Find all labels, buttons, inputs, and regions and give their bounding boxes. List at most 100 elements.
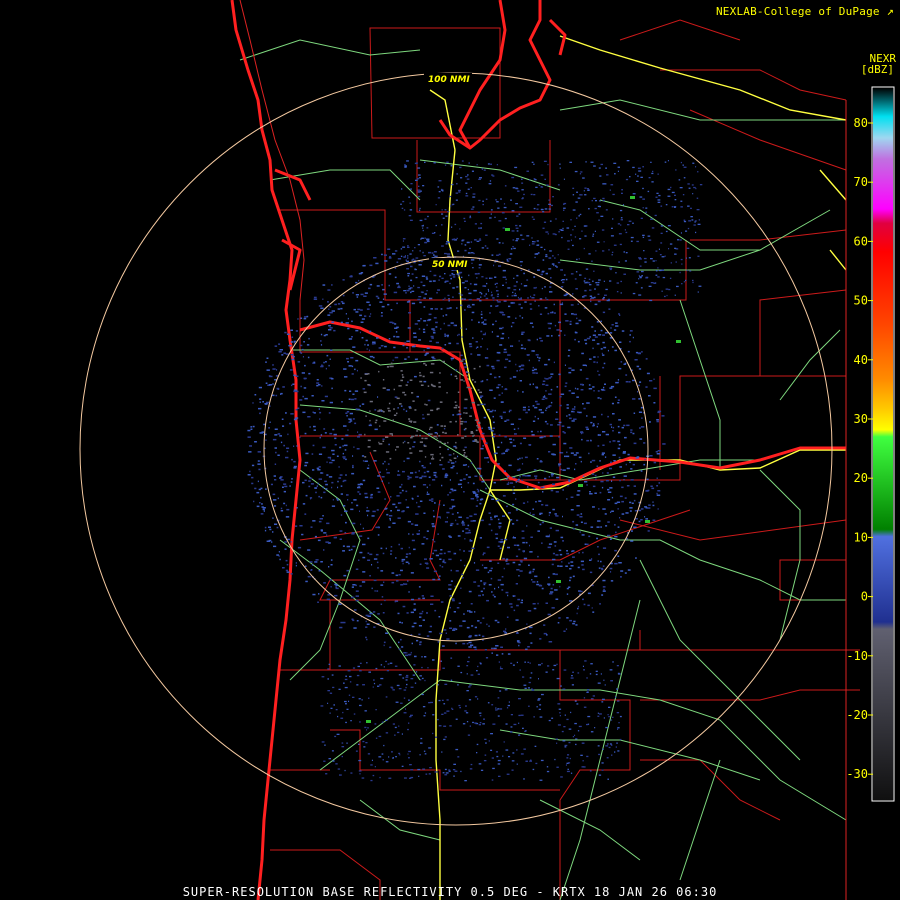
echo-pixel <box>444 281 447 283</box>
echo-pixel <box>554 545 557 547</box>
echo-pixel <box>421 237 424 239</box>
echo-pixel <box>296 445 298 447</box>
echo-pixel <box>471 303 475 306</box>
echo-pixel <box>441 751 443 753</box>
echo-pixel <box>552 233 556 235</box>
echo-pixel <box>433 317 437 319</box>
echo-pixel <box>422 185 425 187</box>
echo-pixel <box>290 413 294 415</box>
echo-pixel <box>640 426 645 428</box>
echo-pixel <box>432 358 436 360</box>
echo-pixel <box>595 282 598 284</box>
echo-pixel <box>602 748 604 750</box>
echo-pixel <box>625 512 629 514</box>
echo-pixel <box>352 393 355 395</box>
echo-pixel <box>573 411 575 413</box>
echo-pixel <box>657 490 661 492</box>
echo-pixel <box>581 742 585 744</box>
echo-pixel <box>689 270 692 272</box>
echo-pixel <box>417 298 421 301</box>
echo-pixel <box>573 313 577 316</box>
echo-pixel <box>604 294 607 296</box>
echo-pixel <box>460 420 464 423</box>
echo-pixel <box>404 164 406 166</box>
echo-pixel <box>438 725 442 727</box>
echo-pixel <box>532 768 535 771</box>
echo-pixel <box>558 373 561 376</box>
echo-pixel <box>257 460 260 462</box>
echo-pixel <box>545 409 547 412</box>
echo-pixel <box>566 415 568 417</box>
echo-pixel <box>434 476 438 478</box>
echo-pixel <box>568 349 571 351</box>
echo-pixel <box>405 553 409 555</box>
echo-pixel <box>290 341 294 343</box>
echo-pixel <box>362 388 366 390</box>
echo-pixel <box>381 476 385 478</box>
echo-pixel <box>485 297 489 300</box>
echo-pixel <box>421 666 423 669</box>
echo-pixel <box>652 501 654 503</box>
echo-pixel <box>458 271 463 274</box>
echo-pixel <box>359 585 362 587</box>
echo-pixel <box>433 162 436 164</box>
echo-pixel <box>414 409 417 411</box>
echo-pixel <box>343 425 347 427</box>
echo-pixel <box>510 726 513 728</box>
echo-pixel <box>478 199 481 202</box>
echo-pixel <box>501 653 504 655</box>
external-link-icon[interactable]: ↗ <box>887 4 894 18</box>
echo-pixel <box>510 302 514 304</box>
echo-pixel <box>423 536 426 539</box>
echo-pixel <box>286 563 289 566</box>
echo-pixel <box>428 499 432 501</box>
echo-pixel <box>650 258 653 260</box>
echo-pixel <box>529 383 531 386</box>
echo-pixel <box>612 440 616 442</box>
echo-pixel <box>468 372 470 374</box>
echo-pixel <box>574 338 576 341</box>
echo-pixel <box>293 418 297 421</box>
echo-pixel <box>510 606 513 608</box>
echo-pixel <box>632 292 636 295</box>
echo-pixel <box>505 591 509 594</box>
echo-pixel <box>456 286 459 288</box>
echo-pixel <box>439 275 442 278</box>
echo-pixel <box>369 419 371 422</box>
echo-pixel <box>378 347 381 349</box>
echo-pixel <box>533 163 535 165</box>
echo-pixel <box>513 289 517 291</box>
echo-pixel <box>467 288 469 291</box>
echo-pixel <box>408 546 410 549</box>
echo-pixel <box>472 491 476 493</box>
echo-pixel <box>536 244 539 246</box>
echo-pixel <box>494 409 496 412</box>
echo-pixel <box>340 621 344 624</box>
echo-pixel <box>651 181 654 183</box>
echo-pixel <box>397 612 400 615</box>
echo-pixel <box>590 300 592 303</box>
echo-pixel <box>341 746 345 748</box>
echo-pixel <box>439 446 442 448</box>
echo-pixel <box>386 670 389 672</box>
echo-pixel <box>555 491 559 493</box>
echo-pixel <box>512 523 515 525</box>
echo-pixel <box>624 362 627 365</box>
echo-pixel <box>609 567 613 570</box>
echo-pixel <box>602 197 605 200</box>
echo-pixel <box>691 184 694 186</box>
echo-pixel <box>549 291 553 293</box>
echo-pixel <box>450 165 453 167</box>
echo-pixel <box>331 505 336 507</box>
echo-pixel <box>495 537 498 540</box>
echo-pixel <box>463 491 465 493</box>
echo-pixel <box>545 390 547 392</box>
echo-pixel <box>584 187 587 189</box>
echo-pixel <box>480 330 483 333</box>
credit-text: NEXLAB-College of DuPage <box>715 5 880 18</box>
echo-pixel <box>359 510 360 512</box>
echo-pixel <box>386 472 390 474</box>
echo-pixel <box>590 461 592 463</box>
echo-pixel <box>300 385 302 388</box>
echo-pixel <box>365 742 368 744</box>
